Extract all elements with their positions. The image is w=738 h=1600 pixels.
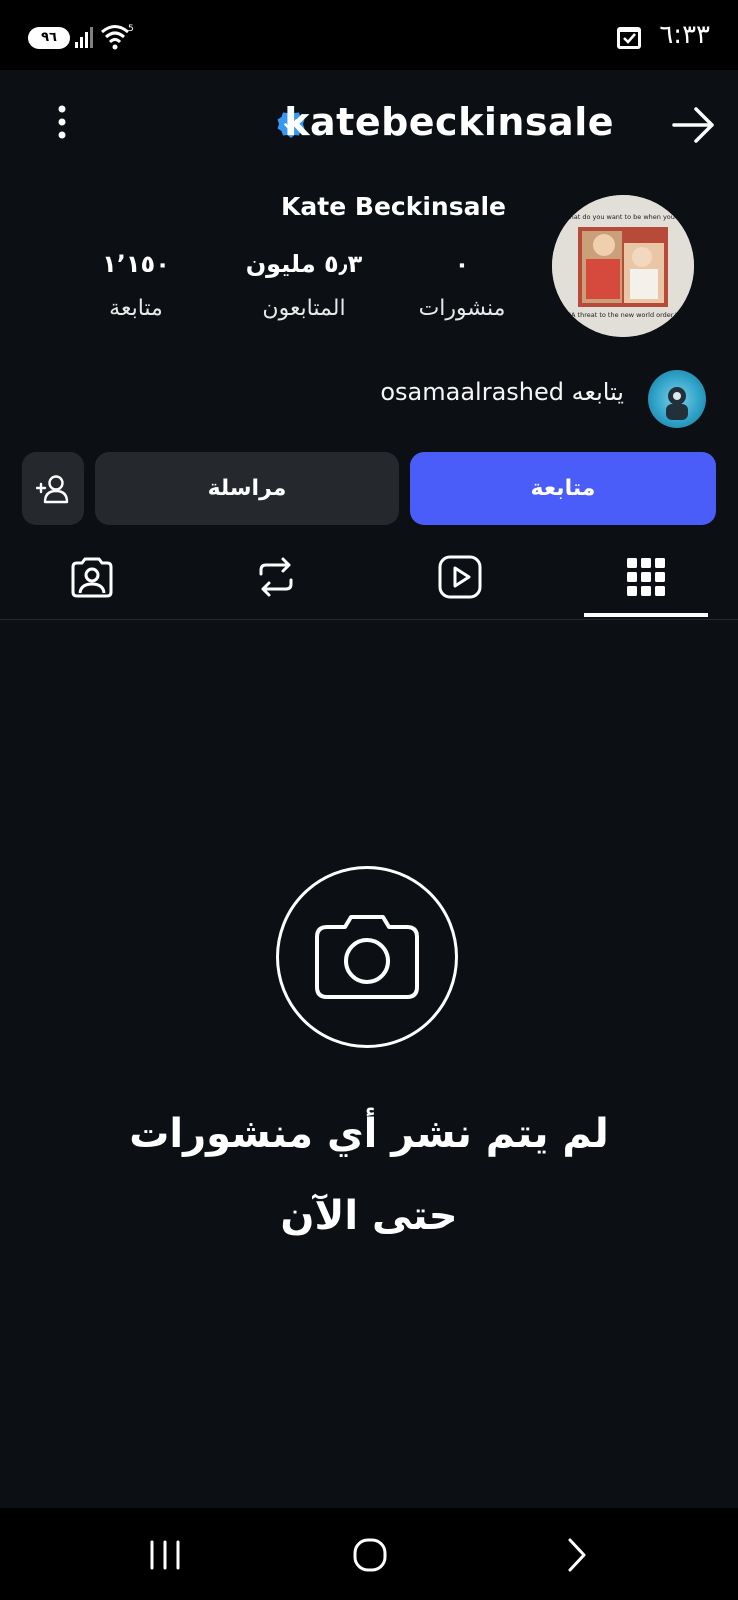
back-arrow-icon[interactable]	[668, 100, 718, 150]
battery-indicator: ٩٦	[28, 27, 70, 49]
empty-state-camera	[276, 866, 458, 1048]
empty-state-title-line2: حتى الآن	[280, 1193, 458, 1239]
system-nav-bar	[0, 1508, 738, 1600]
followers-count: ٥٫٣ مليون	[245, 250, 363, 278]
empty-state-title-line1: لم يتم نشر أي منشورات	[129, 1111, 609, 1157]
tab-tagged[interactable]	[0, 535, 184, 619]
followers-label: المتابعون	[262, 296, 346, 321]
repost-icon	[259, 557, 293, 597]
mutual-follower-avatar[interactable]	[648, 370, 706, 428]
wifi-badge: 5	[128, 24, 134, 34]
profile-tabs	[0, 535, 738, 620]
avatar-caption-bottom: "A threat to the new world order."	[568, 311, 678, 319]
suggested-users-button[interactable]	[22, 452, 84, 525]
tagged-icon	[71, 557, 113, 598]
active-tab-indicator	[584, 613, 708, 617]
signal-icon	[75, 27, 93, 48]
reels-icon	[438, 555, 482, 599]
wifi-icon: 5	[101, 24, 134, 50]
avatar-caption-top: "Honey, what do you want to be when you …	[552, 213, 694, 221]
grid-icon	[627, 558, 665, 596]
full-name: Kate Beckinsale	[281, 192, 506, 221]
avatar-image: "Honey, what do you want to be when you …	[552, 195, 694, 337]
tab-posts-grid[interactable]	[554, 535, 738, 619]
more-options-icon[interactable]	[44, 100, 80, 150]
status-bar: ٩٦ 5 ٦:٣٣	[0, 0, 738, 70]
posts-label: منشورات	[418, 296, 506, 321]
camera-icon	[315, 915, 419, 999]
username: katebeckinsale	[284, 100, 614, 144]
profile-avatar[interactable]: "Honey, what do you want to be when you …	[552, 195, 694, 337]
following-label: متابعة	[109, 296, 163, 321]
stat-followers[interactable]: ٥٫٣ مليون المتابعون	[236, 250, 372, 321]
tab-reposts[interactable]	[184, 535, 368, 619]
stat-following[interactable]: ١٬١٥٠ متابعة	[78, 250, 194, 321]
stat-posts[interactable]: ٠ منشورات	[410, 250, 514, 321]
message-button[interactable]: مراسلة	[95, 452, 399, 525]
profile-header: katebeckinsale	[0, 70, 738, 180]
posts-count: ٠	[454, 250, 470, 278]
home-icon[interactable]	[345, 1530, 395, 1580]
followed-by-text[interactable]: يتابعه osamaalrashed	[380, 378, 624, 406]
back-icon[interactable]	[552, 1530, 602, 1580]
add-user-icon	[36, 474, 69, 503]
calendar-icon	[617, 27, 641, 49]
recent-apps-icon[interactable]	[140, 1530, 190, 1580]
tab-reels[interactable]	[368, 535, 552, 619]
mutual-avatar-image	[666, 387, 688, 420]
status-time: ٦:٣٣	[659, 20, 710, 50]
follow-button[interactable]: متابعة	[410, 452, 716, 525]
following-count: ١٬١٥٠	[102, 250, 170, 278]
